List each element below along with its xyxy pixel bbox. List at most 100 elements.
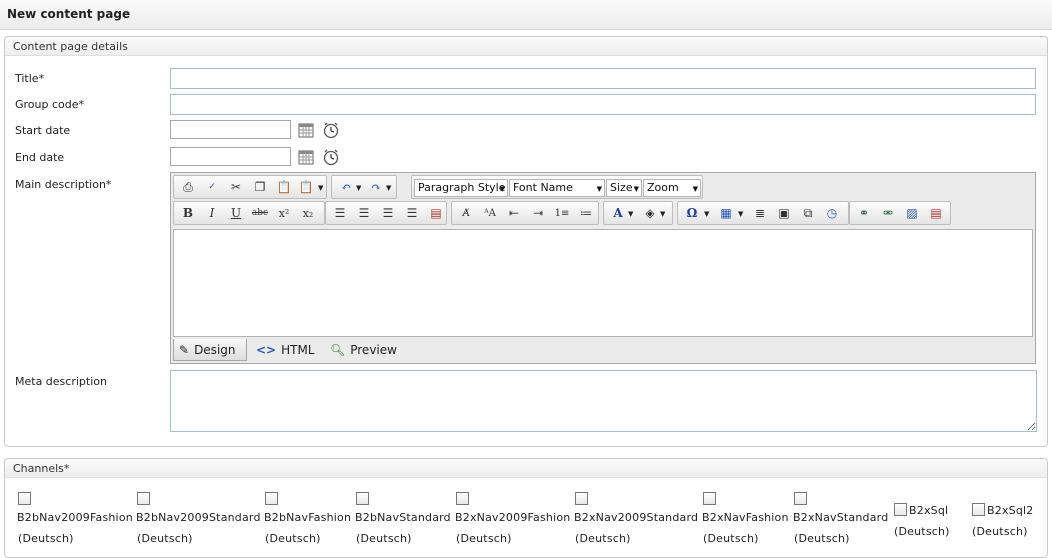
- redo-icon[interactable]: ↷: [366, 178, 386, 196]
- document-manager-icon[interactable]: ▤: [926, 204, 946, 222]
- channels-legend: Channels*: [5, 459, 1047, 478]
- channel-checkbox[interactable]: [265, 492, 278, 505]
- channel-checkbox[interactable]: [575, 492, 588, 505]
- numbered-list-icon[interactable]: 1≡: [552, 204, 572, 222]
- bold-icon[interactable]: B: [178, 204, 198, 222]
- align-center-icon[interactable]: ☰: [354, 204, 374, 222]
- channel-name: B2bNav2009Fashion: [17, 511, 133, 524]
- hyperlink-icon[interactable]: ⚭: [854, 204, 874, 222]
- end-date-input[interactable]: [170, 147, 291, 166]
- indent-icon[interactable]: ▤: [426, 204, 446, 222]
- underline-icon[interactable]: U: [226, 204, 246, 222]
- font-color-caret[interactable]: ▼: [628, 210, 633, 218]
- channels-panel: Channels* B2bNav2009Fashion (Deutsch) B2…: [4, 458, 1048, 558]
- print-icon[interactable]: ⎙: [178, 178, 198, 196]
- html-mode-tab[interactable]: <> HTML: [251, 339, 315, 361]
- channel-checkbox[interactable]: [794, 492, 807, 505]
- channel-checkbox[interactable]: [894, 503, 907, 516]
- strikethrough-icon[interactable]: abc: [250, 204, 270, 222]
- paragraph-style-dropdown[interactable]: Paragraph Style ▼: [414, 179, 508, 197]
- undo-caret[interactable]: ▼: [356, 184, 361, 192]
- paste-options-caret[interactable]: ▼: [318, 184, 323, 192]
- cut-icon[interactable]: ✂: [226, 178, 246, 196]
- editor-content-area[interactable]: [173, 229, 1033, 337]
- design-mode-tab[interactable]: ✎ Design: [173, 339, 247, 361]
- code-icon: <>: [256, 343, 277, 357]
- channel-language: (Deutsch): [794, 532, 850, 545]
- channel-language: (Deutsch): [575, 532, 631, 545]
- highlight-caret[interactable]: ▼: [660, 210, 665, 218]
- channel-checkbox[interactable]: [137, 492, 150, 505]
- channel-name: B2xSql2: [987, 504, 1034, 517]
- italic-icon[interactable]: I: [202, 204, 222, 222]
- zoom-label: Zoom: [647, 181, 679, 194]
- outdent-icon[interactable]: ⇤: [504, 204, 524, 222]
- content-page-details-legend: Content page details: [5, 37, 1047, 56]
- content-page-details-panel: Content page details Title* Group code* …: [4, 36, 1048, 447]
- meta-description-input[interactable]: [170, 370, 1037, 432]
- symbol-caret[interactable]: ▼: [704, 210, 709, 218]
- meta-description-label: Meta description: [15, 375, 107, 388]
- title-input[interactable]: [170, 68, 1036, 89]
- start-date-input[interactable]: [170, 120, 291, 139]
- channel-language: (Deutsch): [703, 532, 759, 545]
- channel-language: (Deutsch): [356, 532, 412, 545]
- alignment-group: ☰ ☰ ☰ ☰ ▤: [325, 201, 447, 225]
- template-icon[interactable]: ▣: [774, 204, 794, 222]
- subscript-icon[interactable]: x₂: [298, 204, 318, 222]
- calendar-icon[interactable]: [297, 148, 315, 166]
- paste-options-icon[interactable]: 📋: [296, 178, 316, 196]
- indent-increase-icon[interactable]: ⇥: [528, 204, 548, 222]
- page-title: New content page: [7, 7, 131, 21]
- insert-snippet-icon[interactable]: ⧉: [798, 204, 818, 222]
- table-icon[interactable]: ▦: [716, 204, 736, 222]
- highlight-icon[interactable]: ◈: [640, 204, 660, 222]
- title-label: Title*: [15, 72, 45, 85]
- bullet-list-icon[interactable]: ≔: [576, 204, 596, 222]
- font-color-icon[interactable]: A: [608, 204, 628, 222]
- end-date-label: End date: [15, 151, 65, 164]
- clock-icon[interactable]: [322, 121, 340, 139]
- channel-name: B2bNavStandard: [355, 511, 451, 524]
- clock-icon[interactable]: [322, 148, 340, 166]
- channel-checkbox[interactable]: [972, 503, 985, 516]
- zoom-dropdown[interactable]: Zoom ▼: [643, 179, 701, 197]
- image-manager-icon[interactable]: ▨: [902, 204, 922, 222]
- calendar-icon[interactable]: [297, 121, 315, 139]
- main-description-label: Main description*: [15, 178, 112, 191]
- table-caret[interactable]: ▼: [738, 210, 743, 218]
- align-right-icon[interactable]: ☰: [378, 204, 398, 222]
- undo-icon[interactable]: ↶: [336, 178, 356, 196]
- rich-text-editor: ⎙ ✓ ✂ ❐ 📋 📋 ▼ ↶ ▼ ↷ ▼ Paragraph Style ▼: [170, 172, 1036, 364]
- group-code-input[interactable]: [170, 94, 1036, 115]
- copy-icon[interactable]: ❐: [250, 178, 270, 196]
- start-date-label: Start date: [15, 124, 71, 137]
- font-name-dropdown[interactable]: Font Name ▼: [509, 179, 605, 197]
- editor-toolbar-row-2: B I U abc x² x₂ ☰ ☰ ☰ ☰ ▤ A̸ ᴬA ⇤ ⇥ 1≡ ≔: [173, 201, 1033, 225]
- size-dropdown[interactable]: Size ▼: [606, 179, 642, 197]
- redo-caret[interactable]: ▼: [386, 184, 391, 192]
- channel-checkbox[interactable]: [356, 492, 369, 505]
- remove-link-icon[interactable]: ⚮: [878, 204, 898, 222]
- channel-name: B2bNavFashion: [264, 511, 352, 524]
- align-left-icon[interactable]: ☰: [330, 204, 350, 222]
- channel-checkbox[interactable]: [456, 492, 469, 505]
- superscript-icon[interactable]: x²: [274, 204, 294, 222]
- paste-icon[interactable]: 📋: [274, 178, 294, 196]
- convert-case-icon[interactable]: ᴬA: [480, 204, 500, 222]
- channel-name: B2xNav2009Standard: [574, 511, 699, 524]
- insert-group: Ω ▼ ▦ ▼ ≣ ▣ ⧉ ◷: [677, 201, 849, 225]
- format-stripper-icon[interactable]: A̸: [456, 204, 476, 222]
- channel-checkbox[interactable]: [18, 492, 31, 505]
- symbol-icon[interactable]: Ω: [682, 204, 702, 222]
- text-format-group: B I U abc x² x₂: [173, 201, 325, 225]
- paragraph-icon[interactable]: ≣: [750, 204, 770, 222]
- preview-mode-tab[interactable]: 🔍︎ Preview: [325, 339, 405, 361]
- size-label: Size: [610, 181, 633, 194]
- channel-checkbox[interactable]: [703, 492, 716, 505]
- paragraph-style-label: Paragraph Style: [418, 181, 506, 194]
- spellcheck-icon[interactable]: ✓: [202, 178, 222, 196]
- channel-name: B2xSql: [909, 504, 949, 517]
- justify-icon[interactable]: ☰: [402, 204, 422, 222]
- insert-date-icon[interactable]: ◷: [822, 204, 842, 222]
